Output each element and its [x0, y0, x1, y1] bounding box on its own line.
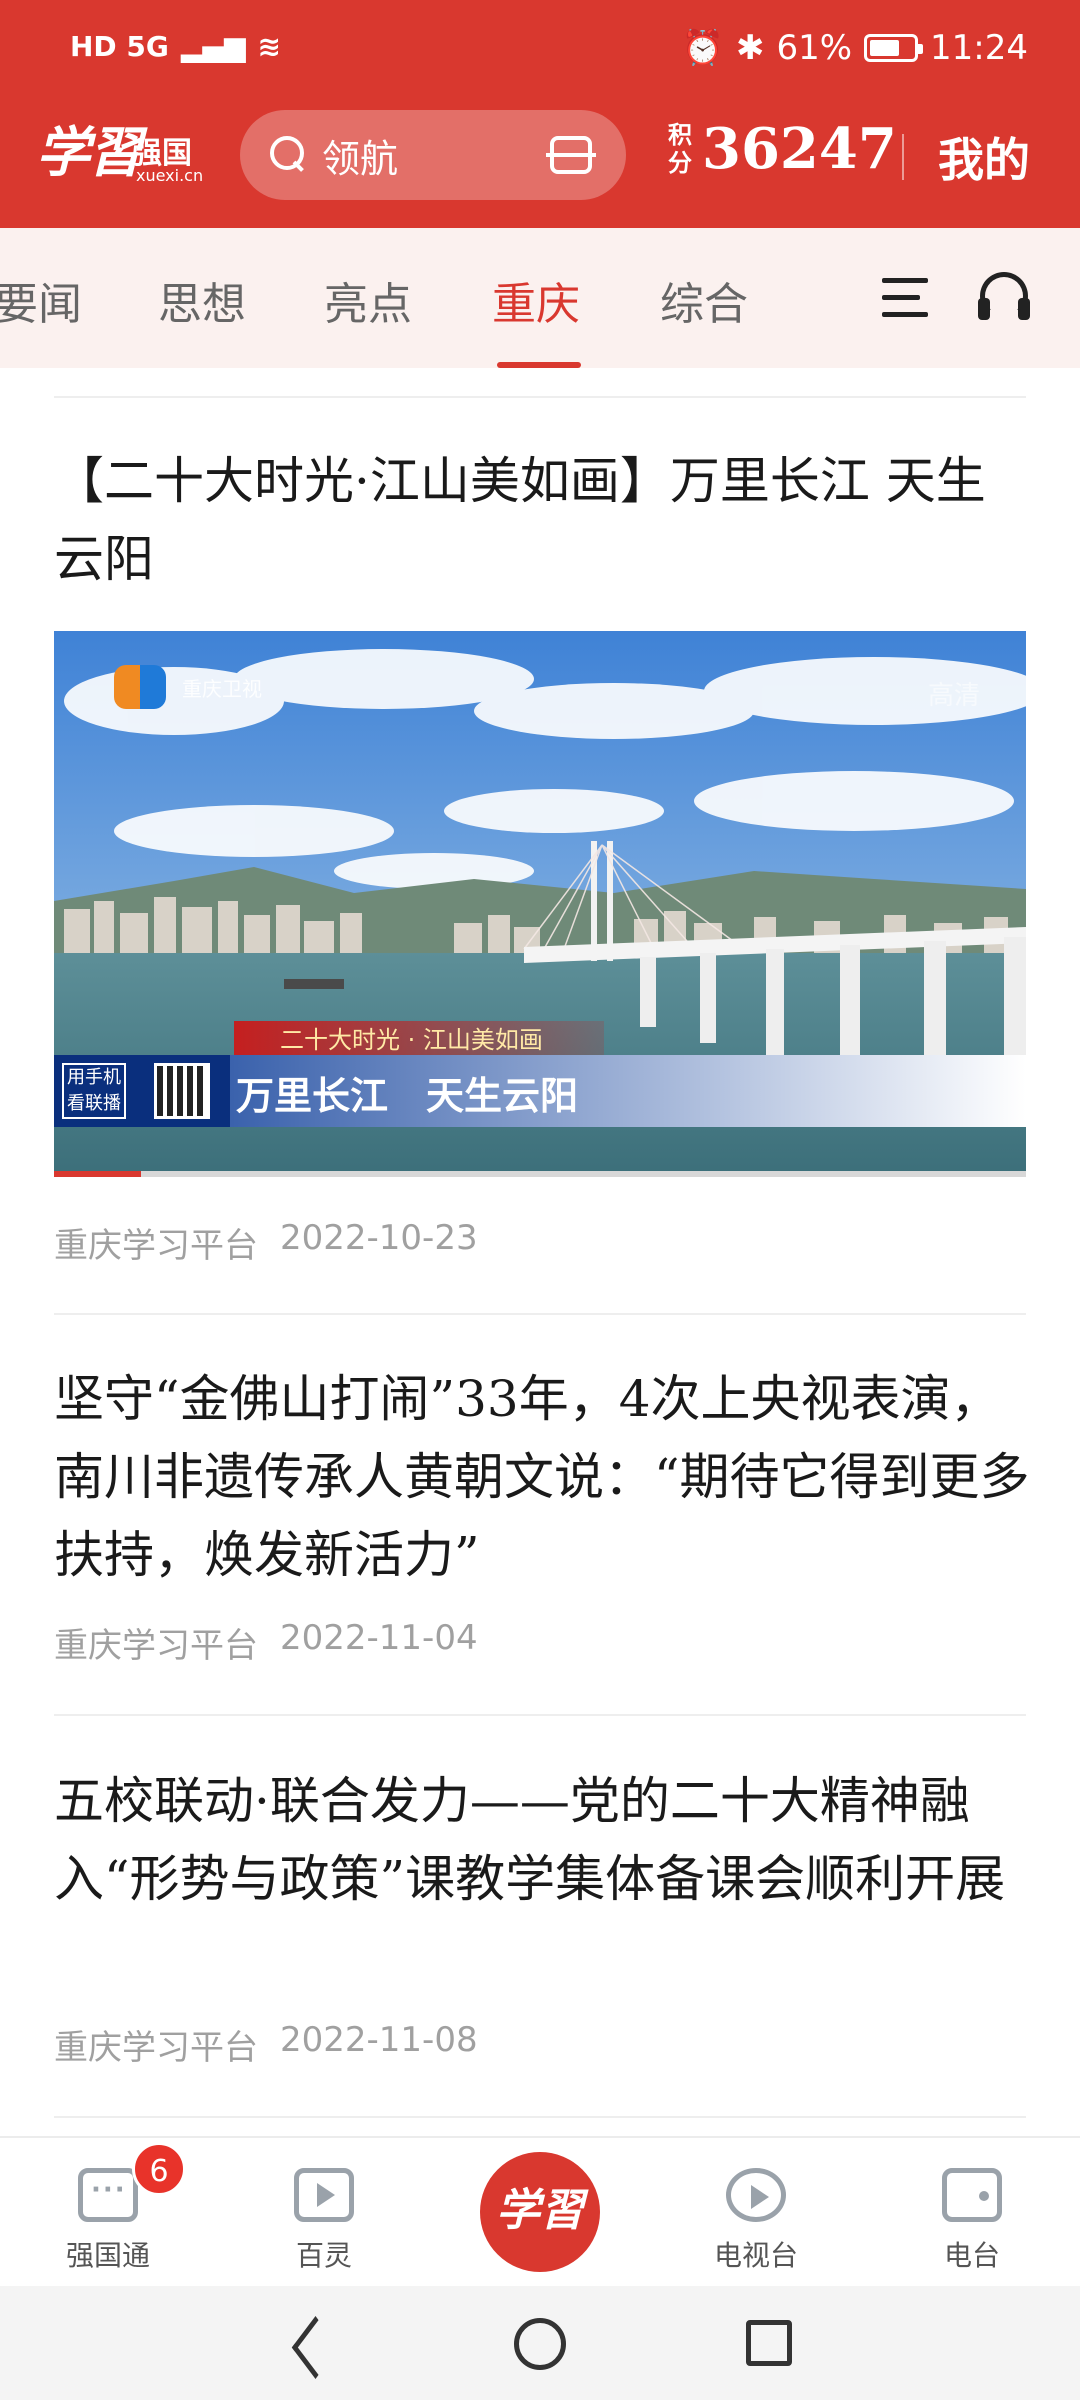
status-bar: HD 5G ▂▄▆ ≋ ⏰ ✱ 61% 11:24: [0, 0, 1080, 100]
nav-label: 电视台: [713, 2239, 798, 2272]
search-icon: [270, 136, 308, 174]
article-meta: 重庆学习平台 2022-10-23: [54, 1218, 478, 1267]
video-tag: 二十大时光 · 江山美如画: [234, 1021, 604, 1059]
article-date: 2022-11-08: [280, 2020, 478, 2060]
article-title[interactable]: 五校联动·联合发力——党的二十大精神融入“形势与政策”课教学集体备课会顺利开展: [54, 1762, 1034, 1918]
tab-sixiang[interactable]: 思想: [158, 268, 246, 332]
nav-dianshitai[interactable]: 电视台: [686, 2168, 826, 2274]
points-value: 36247: [702, 116, 897, 182]
article-title[interactable]: 坚守“金佛山打闹”33年，4次上央视表演，南川非遗传承人黄朝文说：“期待它得到更…: [54, 1360, 1034, 1594]
channel-menu-icon[interactable]: [882, 278, 928, 318]
app-bar: 学習 强国 xuexi.cn 领航 积分 36247 我的: [0, 108, 1080, 208]
home-icon[interactable]: [514, 2318, 566, 2370]
system-nav-bar: [0, 2286, 1080, 2400]
recent-apps-icon[interactable]: [746, 2320, 792, 2366]
tv-play-icon: [726, 2168, 786, 2222]
active-tab-indicator: [497, 362, 581, 368]
article-date: 2022-10-23: [280, 1218, 478, 1258]
chat-icon: [78, 2168, 138, 2222]
article-source: 重庆学习平台: [54, 1226, 258, 1266]
video-icon: [294, 2168, 354, 2222]
qr-caption: 用手机看联播: [62, 1063, 126, 1119]
qr-code-icon: [154, 1063, 210, 1119]
nav-diantai[interactable]: 电台: [902, 2168, 1042, 2274]
tab-zonghe[interactable]: 综合: [660, 268, 748, 332]
clock: 11:24: [930, 28, 1028, 68]
center-xuexi-button[interactable]: 学習: [480, 2152, 600, 2272]
nav-bailing[interactable]: 百灵: [254, 2168, 394, 2274]
tabs-fade: [800, 228, 880, 368]
points-label: 积分: [668, 121, 692, 177]
article-meta: 重庆学习平台 2022-11-04: [54, 1618, 478, 1667]
feed-divider: [54, 396, 1026, 398]
tv-channel-name: 重庆卫视: [182, 677, 262, 701]
battery-percent: 61%: [776, 28, 853, 68]
top-bar: HD 5G ▂▄▆ ≋ ⏰ ✱ 61% 11:24 学習 强国 xuexi.cn…: [0, 0, 1080, 228]
headphones-icon[interactable]: [978, 272, 1030, 322]
alarm-icon: ⏰: [681, 28, 724, 68]
points-display[interactable]: 积分 36247: [668, 116, 897, 182]
network-indicator: HD 5G: [70, 30, 169, 63]
logo-url: xuexi.cn: [136, 166, 204, 185]
hd-badge: 高清: [927, 681, 980, 711]
back-icon[interactable]: [286, 2316, 338, 2372]
video-player[interactable]: 重庆卫视 高清 二十大时光 · 江山美如画 用手机看联播 万里长江 天生云阳: [54, 631, 1026, 1175]
signal-icon: ▂▄▆: [180, 30, 246, 63]
nav-label: 电台: [943, 2239, 1000, 2272]
radio-icon: [942, 2168, 1002, 2222]
channel-tabs: 要闻 思想 亮点 重庆 综合: [0, 228, 1080, 368]
feed-divider: [54, 1714, 1026, 1716]
tab-yaowen[interactable]: 要闻: [0, 268, 82, 332]
bluetooth-icon: ✱: [735, 28, 765, 68]
tab-liangdian[interactable]: 亮点: [324, 268, 412, 332]
app-logo[interactable]: 学習 强国 xuexi.cn: [36, 108, 203, 187]
search-placeholder: 领航: [322, 136, 399, 181]
feed-divider: [54, 2116, 1026, 2118]
qr-panel: 用手机看联播: [54, 1055, 230, 1127]
article-source: 重庆学习平台: [54, 2028, 258, 2068]
scan-icon[interactable]: [546, 136, 596, 174]
battery-icon: [864, 34, 924, 62]
search-bar[interactable]: 领航: [240, 110, 626, 200]
tv-channel-logo: [114, 665, 166, 709]
wifi-icon: ≋: [257, 30, 281, 63]
notification-badge: 6: [132, 2142, 186, 2196]
logo-mark: 学習: [36, 120, 142, 184]
tab-chongqing[interactable]: 重庆: [492, 268, 580, 332]
article-meta: 重庆学习平台 2022-11-08: [54, 2020, 478, 2069]
article-date: 2022-11-04: [280, 1618, 478, 1658]
nav-label: 百灵: [295, 2239, 352, 2272]
feed-divider: [54, 1313, 1026, 1315]
video-headline: 万里长江 天生云阳: [236, 1074, 579, 1118]
nav-label: 强国通: [65, 2239, 150, 2272]
header-divider: [902, 134, 904, 180]
article-title[interactable]: 【二十大时光·江山美如画】万里长江 天生云阳: [54, 442, 1034, 598]
article-source: 重庆学习平台: [54, 1626, 258, 1666]
mine-button[interactable]: 我的: [938, 124, 1030, 190]
video-progress-bar[interactable]: [54, 1171, 1026, 1177]
